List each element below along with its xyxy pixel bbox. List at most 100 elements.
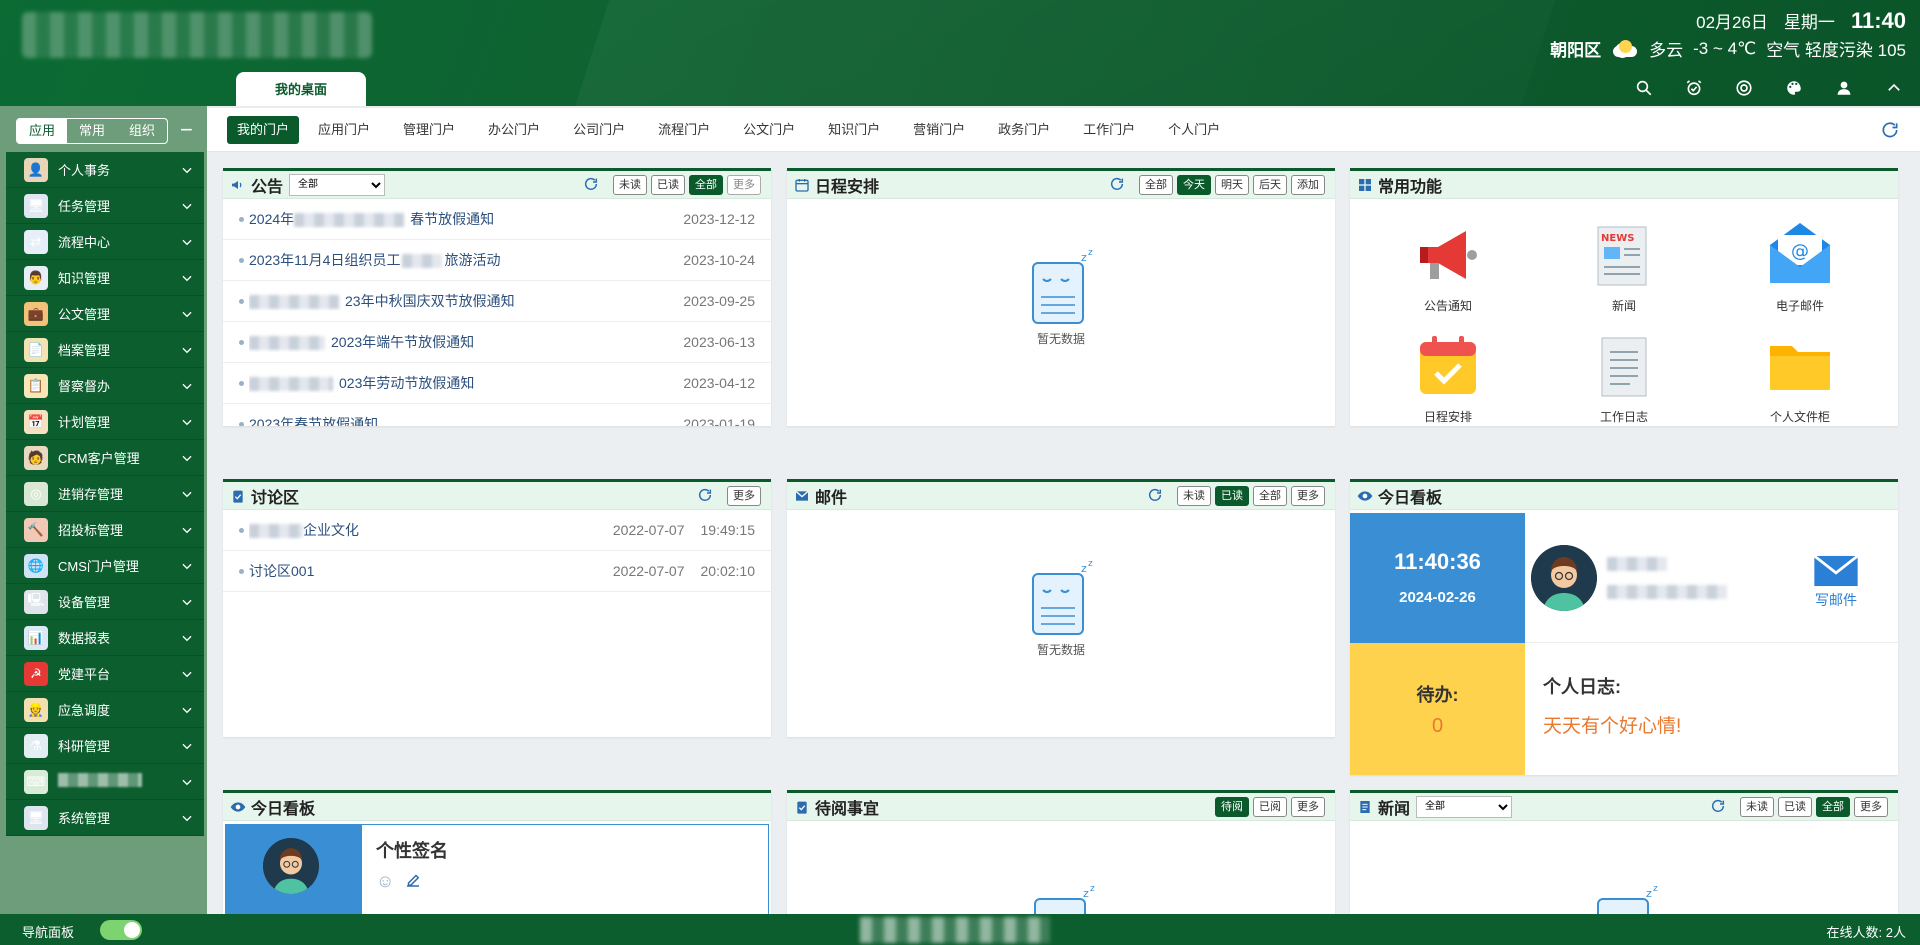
unread-button[interactable]: 未读 bbox=[1177, 485, 1211, 506]
all-button[interactable]: 全部 bbox=[1816, 796, 1850, 817]
sidebar-item[interactable]: ⚗ 科研管理 bbox=[6, 728, 204, 764]
all-button[interactable]: 全部 bbox=[1253, 485, 1287, 506]
sidebar-item[interactable]: 📄 档案管理 bbox=[6, 332, 204, 368]
sidebar-item[interactable]: 🧑 CRM客户管理 bbox=[6, 440, 204, 476]
personal-log-tile[interactable]: 个人日志: 天天有个好心情! bbox=[1525, 643, 1898, 775]
refresh-icon[interactable] bbox=[583, 176, 601, 194]
sidebar-item[interactable]: 🌐 CMS门户管理 bbox=[6, 548, 204, 584]
item-title[interactable]: 23年中秋国庆双节放假通知 bbox=[249, 291, 683, 311]
list-item[interactable]: 2023年春节放假通知 2023-01-19 bbox=[223, 404, 771, 426]
portal-tab[interactable]: 公文门户 bbox=[729, 116, 809, 144]
more-button[interactable]: 更多 bbox=[1291, 796, 1325, 817]
sidebar-tab-apps[interactable]: 应用 bbox=[17, 119, 67, 143]
chevron-down-icon[interactable] bbox=[180, 307, 194, 321]
item-title[interactable]: 2023年端午节放假通知 bbox=[249, 332, 683, 352]
sidebar-tab-common[interactable]: 常用 bbox=[67, 119, 117, 143]
item-title[interactable]: 2023年春节放假通知 bbox=[249, 414, 683, 426]
nav-panel-toggle[interactable] bbox=[100, 920, 142, 940]
list-item[interactable]: 023年劳动节放假通知 2023-04-12 bbox=[223, 363, 771, 404]
chevron-down-icon[interactable] bbox=[180, 415, 194, 429]
chevron-down-icon[interactable] bbox=[180, 667, 194, 681]
chevron-down-icon[interactable] bbox=[180, 343, 194, 357]
alarm-icon[interactable] bbox=[1682, 76, 1706, 100]
chevron-down-icon[interactable] bbox=[180, 631, 194, 645]
more-button[interactable]: 更多 bbox=[727, 174, 761, 195]
chevron-down-icon[interactable] bbox=[180, 559, 194, 573]
today-button[interactable]: 今天 bbox=[1177, 174, 1211, 195]
read-button[interactable]: 已阅 bbox=[1253, 796, 1287, 817]
chevron-down-icon[interactable] bbox=[180, 523, 194, 537]
sidebar-item[interactable]: 💼 公文管理 bbox=[6, 296, 204, 332]
item-title[interactable]: 2023年11月4日组织员工 旅游活动 bbox=[249, 250, 683, 270]
unread-button[interactable]: 未读 bbox=[613, 174, 647, 195]
portal-tab[interactable]: 办公门户 bbox=[474, 116, 554, 144]
item-title[interactable]: 讨论区001 bbox=[249, 561, 613, 581]
sidebar-item[interactable]: 👷 应急调度 bbox=[6, 692, 204, 728]
sidebar-collapse-button[interactable]: − bbox=[180, 118, 193, 142]
sidebar-item[interactable]: 👨 知识管理 bbox=[6, 260, 204, 296]
read-button[interactable]: 已读 bbox=[1215, 485, 1249, 506]
tomorrow-button[interactable]: 明天 bbox=[1215, 174, 1249, 195]
sidebar-item[interactable]: ⌨ bbox=[6, 764, 204, 800]
palette-icon[interactable] bbox=[1782, 76, 1806, 100]
list-item[interactable]: 23年中秋国庆双节放假通知 2023-09-25 bbox=[223, 281, 771, 322]
sidebar-item[interactable]: 🖥 任务管理 bbox=[6, 188, 204, 224]
all-button[interactable]: 全部 bbox=[1139, 174, 1173, 195]
func-file-cabinet[interactable]: 个人文件柜 bbox=[1712, 328, 1888, 425]
func-work-log[interactable]: 工作日志 bbox=[1536, 328, 1712, 425]
list-item[interactable]: 2023年11月4日组织员工 旅游活动 2023-10-24 bbox=[223, 240, 771, 281]
chevron-down-icon[interactable] bbox=[180, 451, 194, 465]
portal-tab[interactable]: 流程门户 bbox=[644, 116, 724, 144]
sidebar-item[interactable]: 👤 个人事务 bbox=[6, 152, 204, 188]
write-mail-button[interactable]: 写邮件 bbox=[1813, 554, 1859, 610]
collapse-icon[interactable] bbox=[1882, 76, 1906, 100]
refresh-icon[interactable] bbox=[1710, 798, 1728, 816]
chevron-down-icon[interactable] bbox=[180, 379, 194, 393]
portal-tab[interactable]: 知识门户 bbox=[814, 116, 894, 144]
chevron-down-icon[interactable] bbox=[180, 271, 194, 285]
item-title[interactable]: 2024年 春节放假通知 bbox=[249, 209, 683, 229]
func-schedule[interactable]: 日程安排 bbox=[1360, 328, 1536, 425]
chevron-down-icon[interactable] bbox=[180, 487, 194, 501]
portal-tab[interactable]: 我的门户 bbox=[227, 115, 300, 144]
read-button[interactable]: 已读 bbox=[1778, 796, 1812, 817]
all-button[interactable]: 全部 bbox=[689, 174, 723, 195]
portal-tab[interactable]: 管理门户 bbox=[389, 116, 469, 144]
list-item[interactable]: 讨论区001 2022-07-07 20:02:10 bbox=[223, 551, 771, 592]
refresh-icon[interactable] bbox=[1147, 487, 1165, 505]
smile-icon[interactable]: ☺ bbox=[376, 871, 394, 892]
sidebar-item[interactable]: 📋 督察督办 bbox=[6, 368, 204, 404]
refresh-icon[interactable] bbox=[1109, 176, 1127, 194]
func-news[interactable]: NEWS 新闻 bbox=[1536, 217, 1712, 314]
sidebar-item[interactable]: ⇄ 流程中心 bbox=[6, 224, 204, 260]
announcement-filter-select[interactable]: 全部 bbox=[289, 173, 386, 196]
func-announcement[interactable]: 公告通知 bbox=[1360, 217, 1536, 314]
chevron-down-icon[interactable] bbox=[180, 739, 194, 753]
sidebar-tab-org[interactable]: 组织 bbox=[117, 119, 167, 143]
pending-button[interactable]: 待阅 bbox=[1215, 796, 1249, 817]
tab-my-desktop[interactable]: 我的桌面 bbox=[236, 72, 366, 106]
refresh-icon[interactable] bbox=[1880, 120, 1900, 140]
chevron-down-icon[interactable] bbox=[180, 235, 194, 249]
list-item[interactable]: 企业文化 2022-07-07 19:49:15 bbox=[223, 510, 771, 551]
chevron-down-icon[interactable] bbox=[180, 811, 194, 825]
unread-button[interactable]: 未读 bbox=[1740, 796, 1774, 817]
sidebar-item[interactable]: 🔨 招投标管理 bbox=[6, 512, 204, 548]
day-after-button[interactable]: 后天 bbox=[1253, 174, 1287, 195]
portal-tab[interactable]: 营销门户 bbox=[899, 116, 979, 144]
target-icon[interactable] bbox=[1732, 76, 1756, 100]
read-button[interactable]: 已读 bbox=[651, 174, 685, 195]
add-button[interactable]: 添加 bbox=[1291, 174, 1325, 195]
sidebar-item[interactable]: 📅 计划管理 bbox=[6, 404, 204, 440]
chevron-down-icon[interactable] bbox=[180, 703, 194, 717]
sidebar-item[interactable]: ☭ 党建平台 bbox=[6, 656, 204, 692]
more-button[interactable]: 更多 bbox=[1854, 796, 1888, 817]
list-item[interactable]: 2023年端午节放假通知 2023-06-13 bbox=[223, 322, 771, 363]
sidebar-item[interactable]: 🖳 设备管理 bbox=[6, 584, 204, 620]
portal-tab[interactable]: 政务门户 bbox=[984, 116, 1064, 144]
more-button[interactable]: 更多 bbox=[1291, 485, 1325, 506]
item-title[interactable]: 企业文化 bbox=[249, 520, 613, 540]
portal-tab[interactable]: 工作门户 bbox=[1069, 116, 1149, 144]
user-icon[interactable] bbox=[1832, 76, 1856, 100]
func-email[interactable]: @ 电子邮件 bbox=[1712, 217, 1888, 314]
